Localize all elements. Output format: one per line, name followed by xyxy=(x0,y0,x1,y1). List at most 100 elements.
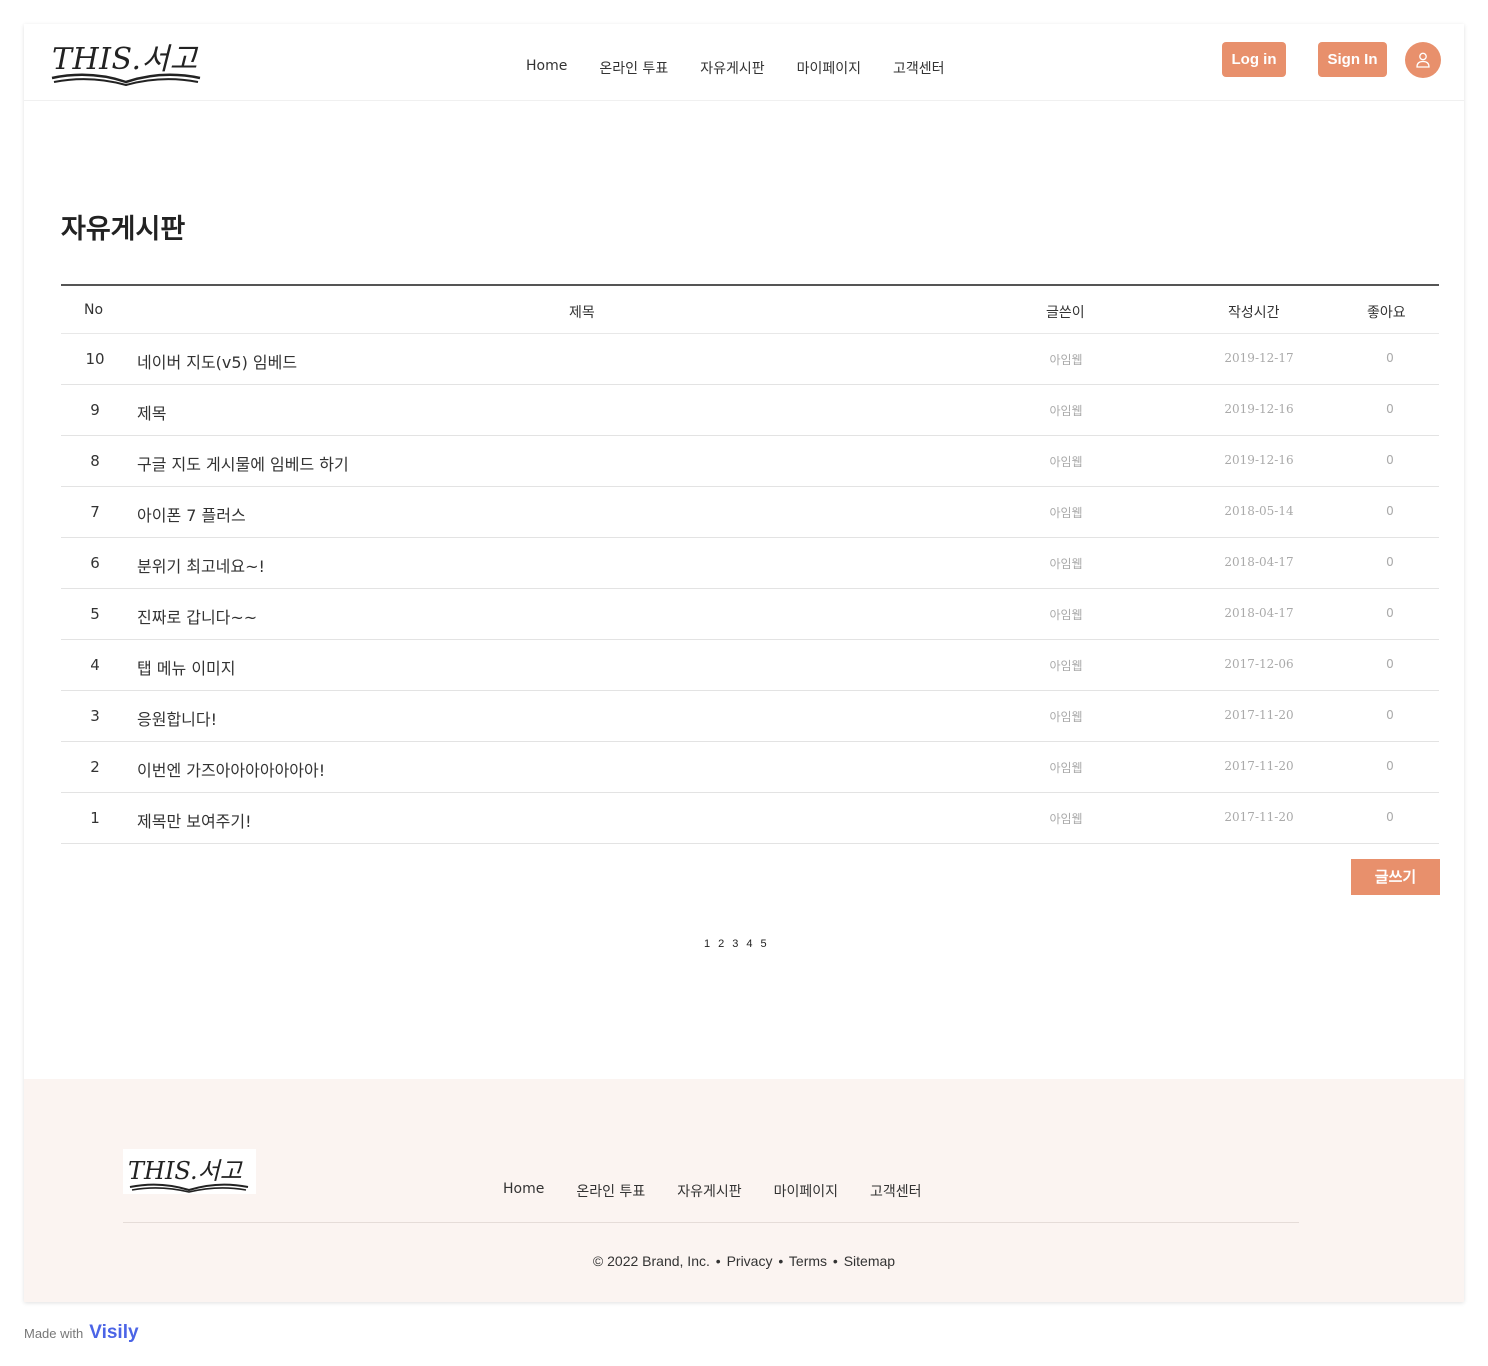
privacy-link[interactable]: Privacy xyxy=(727,1253,773,1269)
row-author: 아임웹 xyxy=(1049,761,1083,775)
footer-logo[interactable]: THIS.서고 xyxy=(123,1149,256,1194)
table-row[interactable]: 1 제목만 보여주기! 아임웹 2017-11-20 0 xyxy=(61,793,1439,844)
board-table: No 제목 글쓴이 작성시간 좋아요 10 네이버 지도(v5) 임베드 아임웹… xyxy=(61,284,1439,844)
signin-button[interactable]: Sign In xyxy=(1318,42,1387,77)
row-author: 아임웹 xyxy=(1049,659,1083,673)
separator-dot: • xyxy=(832,1253,838,1269)
row-date: 2017-12-06 xyxy=(1224,657,1294,671)
table-row[interactable]: 7 아이폰 7 플러스 아임웹 2018-05-14 0 xyxy=(61,487,1439,538)
row-date: 2017-11-20 xyxy=(1224,708,1294,722)
table-header: No 제목 글쓴이 작성시간 좋아요 xyxy=(61,286,1439,334)
row-likes: 0 xyxy=(1386,708,1394,722)
page-link-5[interactable]: 5 xyxy=(761,938,767,950)
row-no: 2 xyxy=(90,758,100,776)
row-title-link[interactable]: 아이폰 7 플러스 xyxy=(137,502,246,526)
row-date: 2018-04-17 xyxy=(1224,555,1294,569)
row-author: 아임웹 xyxy=(1049,353,1083,367)
row-likes: 0 xyxy=(1386,657,1394,671)
table-row[interactable]: 10 네이버 지도(v5) 임베드 아임웹 2019-12-17 0 xyxy=(61,334,1439,385)
open-book-icon xyxy=(129,1183,249,1193)
col-author: 글쓴이 xyxy=(1046,305,1085,321)
row-title-link[interactable]: 제목만 보여주기! xyxy=(137,808,252,832)
table-row[interactable]: 2 이번엔 가즈아아아아아아아! 아임웹 2017-11-20 0 xyxy=(61,742,1439,793)
separator-dot: • xyxy=(778,1253,784,1269)
nav-online-vote[interactable]: 온라인 투표 xyxy=(599,58,668,78)
separator-dot: • xyxy=(715,1253,721,1269)
nav-customer-center[interactable]: 고객센터 xyxy=(893,58,945,78)
page-link-4[interactable]: 4 xyxy=(746,938,752,950)
site-logo[interactable]: THIS.서고 xyxy=(50,32,210,90)
avatar-button[interactable] xyxy=(1405,42,1441,78)
row-likes: 0 xyxy=(1386,759,1394,773)
pagination: 1 2 3 4 5 xyxy=(704,938,767,950)
login-button[interactable]: Log in xyxy=(1222,42,1286,77)
row-date: 2019-12-17 xyxy=(1224,351,1294,365)
row-title-link[interactable]: 진짜로 갑니다~~ xyxy=(137,604,257,628)
row-no: 4 xyxy=(90,656,100,674)
table-row[interactable]: 4 탭 메뉴 이미지 아임웹 2017-12-06 0 xyxy=(61,640,1439,691)
footer-nav-customer-center[interactable]: 고객센터 xyxy=(870,1181,922,1201)
row-likes: 0 xyxy=(1386,810,1394,824)
row-likes: 0 xyxy=(1386,606,1394,620)
row-author: 아임웹 xyxy=(1049,506,1083,520)
user-icon xyxy=(1416,52,1430,68)
row-title-link[interactable]: 분위기 최고네요~! xyxy=(137,553,265,577)
table-row[interactable]: 6 분위기 최고네요~! 아임웹 2018-04-17 0 xyxy=(61,538,1439,589)
table-row[interactable]: 9 제목 아임웹 2019-12-16 0 xyxy=(61,385,1439,436)
footer-nav-online-vote[interactable]: 온라인 투표 xyxy=(576,1181,645,1201)
row-no: 1 xyxy=(90,809,100,827)
row-title-link[interactable]: 제목 xyxy=(137,400,166,424)
row-likes: 0 xyxy=(1386,402,1394,416)
site-header: THIS.서고 Home 온라인 투표 자유게시판 마이페이지 고객센터 Log… xyxy=(24,24,1464,101)
row-title-link[interactable]: 탭 메뉴 이미지 xyxy=(137,655,236,679)
row-title-link[interactable]: 이번엔 가즈아아아아아아아! xyxy=(137,757,325,781)
made-with-badge[interactable]: Made with Visily xyxy=(24,1322,139,1344)
row-author: 아임웹 xyxy=(1049,608,1083,622)
main-nav: Home 온라인 투표 자유게시판 마이페이지 고객센터 xyxy=(526,58,945,78)
row-likes: 0 xyxy=(1386,504,1394,518)
visily-brand: Visily xyxy=(89,1322,139,1343)
page-link-3[interactable]: 3 xyxy=(732,938,738,950)
row-date: 2017-11-20 xyxy=(1224,759,1294,773)
row-date: 2019-12-16 xyxy=(1224,453,1294,467)
row-no: 8 xyxy=(90,452,100,470)
footer-nav-free-board[interactable]: 자유게시판 xyxy=(677,1181,741,1201)
footer-nav-home[interactable]: Home xyxy=(503,1181,544,1201)
open-book-icon xyxy=(51,73,201,86)
made-with-label: Made with xyxy=(24,1325,84,1341)
write-post-button[interactable]: 글쓰기 xyxy=(1351,859,1440,895)
footer-nav-mypage[interactable]: 마이페이지 xyxy=(774,1181,838,1201)
row-no: 9 xyxy=(90,401,100,419)
footer-divider xyxy=(123,1222,1299,1223)
row-title-link[interactable]: 응원합니다! xyxy=(137,706,217,730)
row-date: 2018-04-17 xyxy=(1224,606,1294,620)
row-likes: 0 xyxy=(1386,453,1394,467)
nav-mypage[interactable]: 마이페이지 xyxy=(797,58,861,78)
nav-home[interactable]: Home xyxy=(526,58,567,78)
col-no: No xyxy=(84,302,104,318)
page-frame: THIS.서고 Home 온라인 투표 자유게시판 마이페이지 고객센터 Log… xyxy=(24,24,1464,1302)
row-date: 2019-12-16 xyxy=(1224,402,1294,416)
row-author: 아임웹 xyxy=(1049,404,1083,418)
row-no: 7 xyxy=(90,503,100,521)
nav-free-board[interactable]: 자유게시판 xyxy=(700,58,764,78)
footer-copyright-line: © 2022 Brand, Inc. • Privacy • Terms • S… xyxy=(24,1253,1464,1269)
page-link-2[interactable]: 2 xyxy=(718,938,724,950)
row-title-link[interactable]: 구글 지도 게시물에 임베드 하기 xyxy=(137,451,349,475)
table-row[interactable]: 5 진짜로 갑니다~~ 아임웹 2018-04-17 0 xyxy=(61,589,1439,640)
sitemap-link[interactable]: Sitemap xyxy=(844,1253,895,1269)
row-date: 2017-11-20 xyxy=(1224,810,1294,824)
col-likes: 좋아요 xyxy=(1367,305,1406,321)
row-likes: 0 xyxy=(1386,555,1394,569)
row-no: 3 xyxy=(90,707,100,725)
site-footer: THIS.서고 Home 온라인 투표 자유게시판 마이페이지 고객센터 © 2… xyxy=(24,1079,1464,1302)
terms-link[interactable]: Terms xyxy=(789,1253,827,1269)
row-author: 아임웹 xyxy=(1049,557,1083,571)
row-date: 2018-05-14 xyxy=(1224,504,1294,518)
row-title-link[interactable]: 네이버 지도(v5) 임베드 xyxy=(137,349,297,373)
row-no: 5 xyxy=(90,605,100,623)
page-link-1[interactable]: 1 xyxy=(704,938,710,950)
row-author: 아임웹 xyxy=(1049,710,1083,724)
table-row[interactable]: 3 응원합니다! 아임웹 2017-11-20 0 xyxy=(61,691,1439,742)
table-row[interactable]: 8 구글 지도 게시물에 임베드 하기 아임웹 2019-12-16 0 xyxy=(61,436,1439,487)
